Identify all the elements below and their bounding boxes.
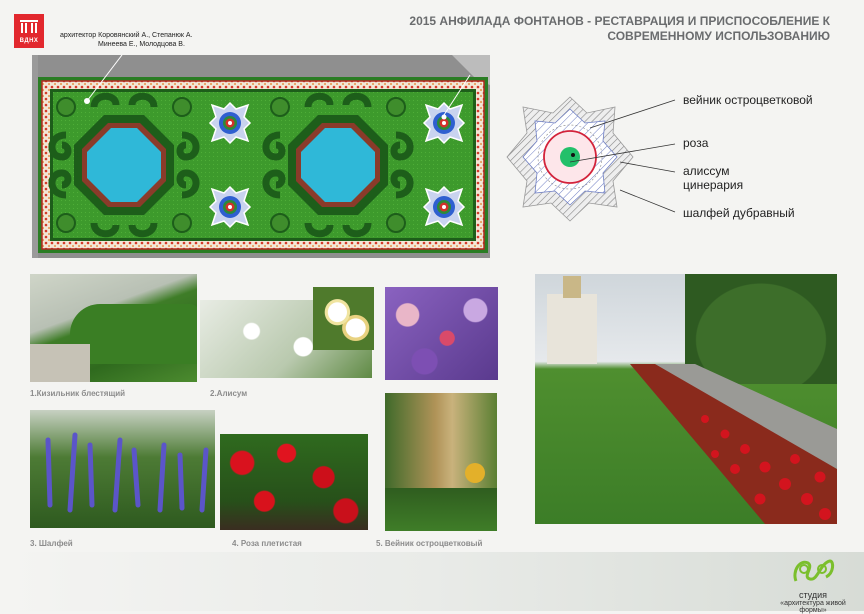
caption-3: 3. Шалфей bbox=[30, 539, 73, 548]
vdnh-logo: ВДНХ bbox=[14, 14, 44, 48]
page-title: 2015 АНФИЛАДА ФОНТАНОВ - РЕСТАВРАЦИЯ И П… bbox=[360, 14, 830, 44]
caption-2: 2.Алисум bbox=[210, 389, 248, 398]
title-line-2: СОВРЕМЕННОМУ ИСПОЛЬЗОВАНИЮ bbox=[607, 29, 830, 43]
title-line-1: 2015 АНФИЛАДА ФОНТАНОВ - РЕСТАВРАЦИЯ И П… bbox=[409, 14, 830, 28]
studio-mark-icon bbox=[793, 559, 835, 582]
photo-alley bbox=[535, 274, 837, 524]
photo-tulips bbox=[385, 287, 498, 380]
legend-item-roza: роза bbox=[683, 136, 709, 150]
legend-item-alissum: алиссум bbox=[683, 164, 730, 178]
arch-icon bbox=[20, 20, 38, 33]
alley-path bbox=[630, 364, 837, 524]
photo-roza bbox=[220, 434, 368, 530]
studio-logo: студия «архитектура живой формы» bbox=[768, 553, 858, 614]
authors-line-2: Минеева Е., Молодцова В. bbox=[98, 41, 185, 48]
photo-veinik bbox=[385, 393, 497, 531]
photo-kizilnik bbox=[30, 274, 197, 382]
caption-5: 5. Вейник остроцветковый bbox=[376, 539, 483, 548]
legend-leader-lines bbox=[569, 99, 676, 213]
photo-shalfey bbox=[30, 410, 215, 528]
caption-4: 4. Роза плетистая bbox=[232, 539, 302, 548]
studio-subtitle: «архитектура живой формы» bbox=[780, 600, 846, 614]
photo-crocus bbox=[313, 287, 374, 350]
legend-item-veinik: вейник остроцветковой bbox=[683, 93, 813, 107]
legend-item-shalfey: шалфей дубравный bbox=[683, 206, 795, 220]
studio-name: студия bbox=[798, 590, 828, 600]
legend-item-cineraria: цинерария bbox=[683, 178, 744, 192]
salvia-spikes bbox=[45, 432, 209, 513]
authors-line-1: архитектор Коровянский А., Степанюк А. bbox=[60, 32, 193, 39]
logo-text: ВДНХ bbox=[19, 38, 39, 44]
garden-plan bbox=[32, 55, 490, 258]
footer-band bbox=[0, 552, 864, 611]
caption-1: 1.Кизильник блестящий bbox=[30, 389, 126, 398]
